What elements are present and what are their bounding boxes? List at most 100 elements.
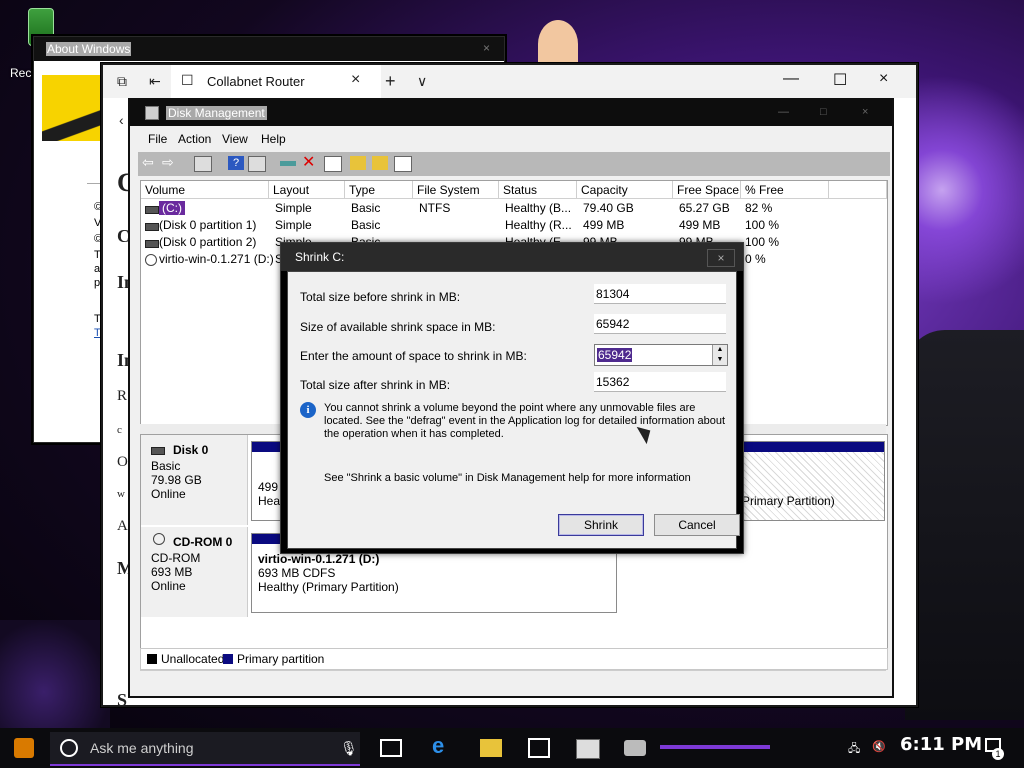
show-hide-console-tree-icon[interactable] bbox=[194, 156, 212, 172]
shrink-button[interactable]: Shrink bbox=[558, 514, 644, 536]
cell-volume: virtio-win-0.1.271 (D:) bbox=[159, 252, 274, 266]
help-icon[interactable]: ? bbox=[228, 156, 244, 170]
spin-up-icon[interactable]: ▲ bbox=[712, 345, 727, 355]
cell-pct: 100 % bbox=[745, 218, 780, 232]
menu-file[interactable]: File bbox=[148, 132, 167, 146]
shrink-amount-input[interactable]: 65942 ▲ ▼ bbox=[594, 344, 728, 366]
tab-page-icon: ☐ bbox=[181, 72, 194, 88]
file-explorer-icon[interactable] bbox=[480, 739, 502, 757]
table-row[interactable]: (Disk 0 partition 1) Simple Basic Health… bbox=[141, 218, 887, 234]
shrink-close-button[interactable]: × bbox=[707, 249, 735, 267]
col-layout[interactable]: Layout bbox=[269, 181, 345, 199]
tab-list-chevron-icon[interactable]: ∨ bbox=[417, 73, 427, 90]
legend-primary-swatch bbox=[223, 654, 233, 664]
partition-name: virtio-win-0.1.271 (D:) bbox=[258, 552, 380, 566]
volume-muted-icon[interactable]: 🔇 bbox=[872, 740, 886, 753]
search-folder-icon[interactable] bbox=[372, 156, 388, 170]
properties-icon[interactable] bbox=[248, 156, 266, 172]
cell-type: Basic bbox=[351, 218, 381, 232]
about-close-button[interactable]: × bbox=[483, 41, 490, 55]
menu-view[interactable]: View bbox=[222, 132, 248, 146]
list-view-icon[interactable] bbox=[394, 156, 412, 172]
legend-unallocated-label: Unallocated bbox=[161, 652, 225, 666]
wallpaper-figure bbox=[905, 330, 1024, 720]
wallpaper-figure-ear bbox=[538, 20, 578, 68]
col-file-system[interactable]: File System bbox=[413, 181, 499, 199]
shrink-amount-label: Enter the amount of space to shrink in M… bbox=[300, 349, 527, 363]
cell-type: Basic bbox=[351, 201, 381, 215]
disk-management-titlebar[interactable]: Disk Management — □ × bbox=[130, 100, 892, 126]
disk0-label[interactable]: Disk 0 Basic 79.98 GB Online bbox=[141, 435, 248, 525]
legend-unallocated-swatch bbox=[147, 654, 157, 664]
folder-up-icon[interactable] bbox=[350, 156, 366, 170]
cell-volume: (C:) bbox=[159, 201, 185, 215]
spin-down-icon[interactable]: ▼ bbox=[712, 355, 727, 365]
search-placeholder: Ask me anything bbox=[90, 740, 194, 756]
disk0-type: Basic bbox=[151, 459, 181, 473]
edge-browser-icon[interactable]: e bbox=[432, 733, 454, 758]
start-icon bbox=[14, 738, 34, 758]
new-tab-button[interactable]: + bbox=[385, 71, 396, 92]
check-icon[interactable] bbox=[324, 156, 342, 172]
cell-pct: 0 % bbox=[745, 252, 766, 266]
total-size-before-value: 81304 bbox=[594, 284, 726, 304]
computer-management-icon[interactable] bbox=[576, 739, 600, 759]
table-row[interactable]: (C:) Simple Basic NTFS Healthy (B... 79.… bbox=[141, 201, 887, 217]
cdrom0-type: CD-ROM bbox=[151, 551, 201, 565]
col-free-space[interactable]: Free Space bbox=[673, 181, 741, 199]
page-text-fragment: c bbox=[117, 424, 122, 436]
browser-minimize-button[interactable]: — bbox=[783, 70, 799, 88]
tab-preview-icon[interactable]: ⇤ bbox=[149, 73, 161, 90]
back-arrow-icon[interactable]: ⇦ bbox=[142, 154, 158, 170]
start-button[interactable] bbox=[8, 734, 38, 762]
disk0-partition-c[interactable]: Primary Partition) bbox=[737, 441, 885, 521]
disk0-size: 79.98 GB bbox=[151, 473, 202, 487]
partition-info: 693 MB CDFS bbox=[258, 566, 336, 580]
tab-close-icon[interactable]: × bbox=[351, 71, 360, 89]
cell-free: 65.27 GB bbox=[679, 201, 730, 215]
delete-x-icon[interactable]: ✕ bbox=[302, 152, 318, 171]
cancel-button[interactable]: Cancel bbox=[654, 514, 740, 536]
cell-pct: 100 % bbox=[745, 235, 780, 249]
cdrom0-label[interactable]: CD-ROM 0 CD-ROM 693 MB Online bbox=[141, 527, 248, 617]
page-text-fragment: A bbox=[117, 518, 128, 534]
shrink-dialog-titlebar[interactable]: Shrink C: × bbox=[281, 243, 743, 271]
cell-status: Healthy (B... bbox=[505, 201, 572, 215]
disk-management-app-icon bbox=[145, 106, 159, 120]
taskbar-clock[interactable]: 6:11 PM bbox=[900, 734, 982, 755]
col-capacity[interactable]: Capacity bbox=[577, 181, 673, 199]
disk-management-taskbar-icon[interactable] bbox=[624, 740, 646, 756]
page-text-fragment: R bbox=[117, 388, 128, 404]
shrink-dialog: Shrink C: × Total size before shrink in … bbox=[280, 242, 744, 554]
forward-arrow-icon[interactable]: ⇨ bbox=[162, 154, 178, 170]
menu-help[interactable]: Help bbox=[261, 132, 286, 146]
connect-disk-icon[interactable] bbox=[280, 161, 296, 166]
menu-action[interactable]: Action bbox=[178, 132, 211, 146]
dm-minimize-button[interactable]: — bbox=[778, 106, 789, 118]
shrink-help-link[interactable]: See "Shrink a basic volume" in Disk Mana… bbox=[324, 472, 691, 484]
col-volume[interactable]: Volume bbox=[141, 181, 269, 199]
dm-close-button[interactable]: × bbox=[862, 106, 868, 118]
partition-status: Primary Partition) bbox=[742, 494, 835, 508]
tab-collabnet-router[interactable]: ☐ Collabnet Router × bbox=[171, 65, 381, 98]
network-icon[interactable]: 🖧 bbox=[848, 740, 860, 759]
col-filler bbox=[829, 181, 887, 199]
page-text-fragment: w bbox=[117, 488, 125, 500]
page-text-fragment: O bbox=[117, 454, 128, 470]
col-type[interactable]: Type bbox=[345, 181, 413, 199]
taskbar-search-box[interactable]: Ask me anything 🎙 bbox=[50, 732, 360, 766]
tab-set-aside-icon[interactable]: ⧉ bbox=[117, 73, 127, 90]
col-percent-free[interactable]: % Free bbox=[741, 181, 829, 199]
col-status[interactable]: Status bbox=[499, 181, 577, 199]
browser-close-button[interactable]: × bbox=[879, 70, 888, 88]
browser-maximize-button[interactable]: ☐ bbox=[833, 70, 847, 90]
wallpaper-burst bbox=[900, 60, 1024, 320]
task-view-icon[interactable] bbox=[380, 739, 402, 757]
browser-page-content-left: ‹ C C In In R c O w A M S bbox=[103, 98, 136, 710]
back-arrow-icon[interactable]: ‹ bbox=[119, 112, 124, 128]
store-icon[interactable] bbox=[528, 738, 550, 758]
dm-maximize-button[interactable]: □ bbox=[820, 106, 827, 118]
shrink-amount-value: 65942 bbox=[597, 348, 633, 362]
about-windows-titlebar[interactable]: About Windows × bbox=[34, 37, 504, 61]
microphone-icon[interactable]: 🎙 bbox=[340, 740, 358, 757]
